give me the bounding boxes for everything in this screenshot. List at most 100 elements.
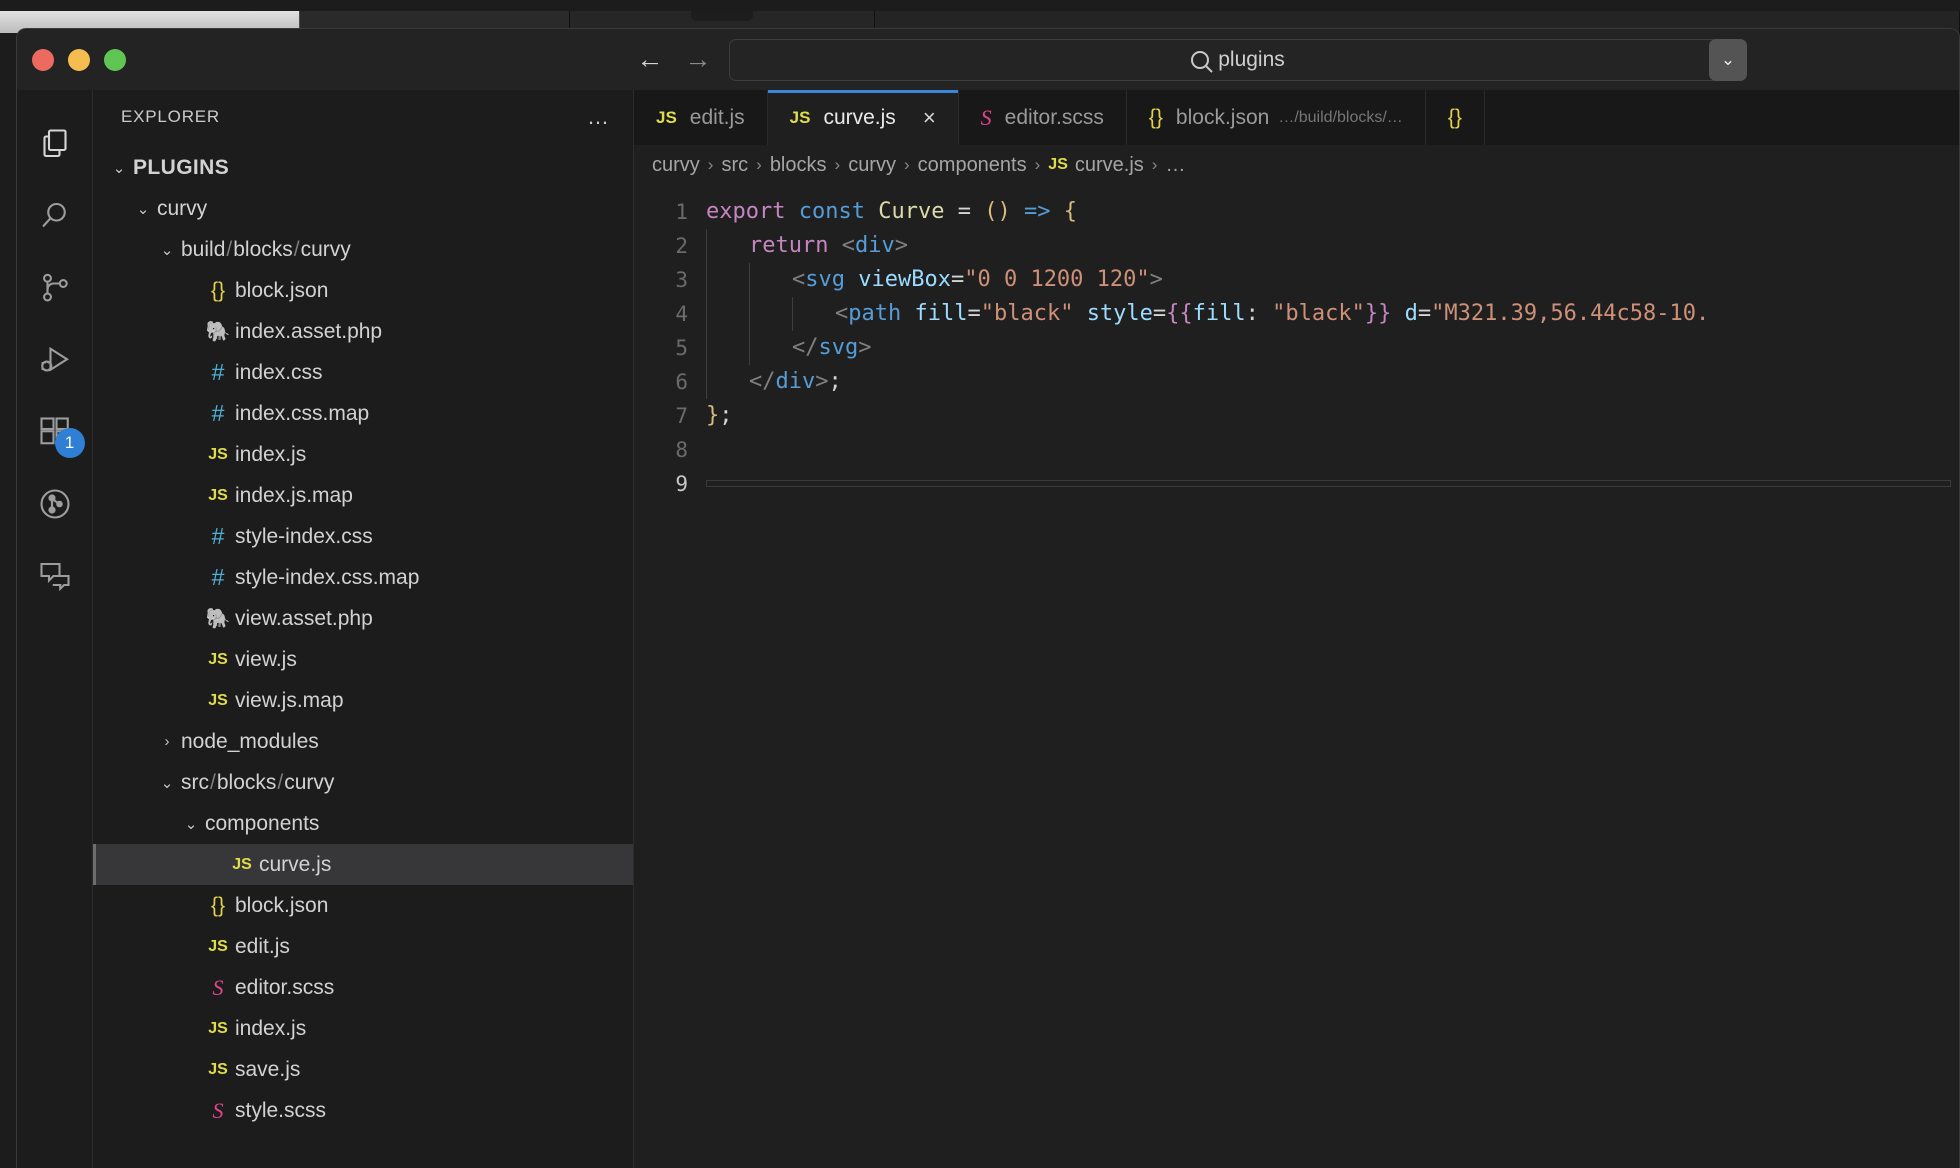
tree-item-index-js[interactable]: JS index.js xyxy=(93,434,633,475)
line-number: 7 xyxy=(675,404,688,428)
tree-item-label: view.js xyxy=(235,647,297,671)
chevron-down-icon[interactable]: ⌄ xyxy=(179,815,203,833)
tree-item-components[interactable]: ⌄ components xyxy=(93,803,633,844)
tree-item-style-index-css-map[interactable]: # style-index.css.map xyxy=(93,557,633,598)
tree-item-curve-js[interactable]: JS curve.js xyxy=(93,844,633,885)
breadcrumb-item-components[interactable]: components xyxy=(918,154,1027,177)
scss-file-icon: S xyxy=(212,1097,224,1123)
activity-item-run-and-debug[interactable] xyxy=(17,324,93,396)
go-back-icon[interactable]: ← xyxy=(633,43,667,77)
tree-item-view-asset-php[interactable]: 🐘 view.asset.php xyxy=(93,598,633,639)
activity-bar: 1 xyxy=(17,90,93,1168)
php-file-icon: 🐘 xyxy=(205,608,231,630)
tree-item-style-scss[interactable]: Sstyle.scss xyxy=(93,1090,633,1131)
code-line: 6 </div>; xyxy=(634,365,1959,399)
breadcrumb-item-curve-js[interactable]: JS curve.js xyxy=(1048,154,1143,177)
tree-item-block-json[interactable]: {} block.json xyxy=(93,270,633,311)
tree-item-edit-js[interactable]: JS edit.js xyxy=(93,926,633,967)
breadcrumb-separator-icon: › xyxy=(707,155,714,174)
editor-tab-extra[interactable]: {} xyxy=(1425,90,1485,145)
editor-tab-curve-js[interactable]: JS curve.js × xyxy=(767,90,959,145)
tree-item-label: block.json xyxy=(235,278,329,302)
tree-item-src-blocks-curvy[interactable]: ⌄ src/blocks/curvy xyxy=(93,762,633,803)
tree-item-index-css[interactable]: # index.css xyxy=(93,352,633,393)
source-control-icon xyxy=(37,270,73,306)
tree-item-view-js[interactable]: JS view.js xyxy=(93,639,633,680)
tree-item-view-js-map[interactable]: JS view.js.map xyxy=(93,680,633,721)
activity-item-explorer[interactable] xyxy=(17,108,93,180)
code-line: 7}; xyxy=(634,399,1959,433)
breadcrumb-item-blocks[interactable]: blocks xyxy=(770,154,827,177)
line-number: 4 xyxy=(675,302,688,326)
tree-item-save-js[interactable]: JS save.js xyxy=(93,1049,633,1090)
command-center: plugins ⌄ xyxy=(729,38,1747,81)
code-line-text: <path fill="black" style={{fill: "black"… xyxy=(706,297,1959,331)
tree-item-label: style.scss xyxy=(235,1098,327,1122)
go-forward-icon[interactable]: → xyxy=(681,43,715,77)
extensions-badge: 1 xyxy=(54,428,85,458)
activity-item-comments[interactable] xyxy=(17,540,93,612)
tree-item-style-index-css[interactable]: # style-index.css xyxy=(93,516,633,557)
code-token: } xyxy=(706,403,720,428)
tree-item-label: style-index.css.map xyxy=(235,565,420,589)
tree-item-plugins[interactable]: ⌄ PLUGINS xyxy=(93,147,633,188)
indent-guide xyxy=(706,297,749,331)
activity-item-git-graph[interactable] xyxy=(17,468,93,540)
editor-tab-editor-scss[interactable]: Seditor.scss xyxy=(958,90,1127,145)
chevron-right-icon[interactable]: › xyxy=(155,733,179,750)
tree-item-label: src/blocks/curvy xyxy=(181,770,335,794)
tree-item-editor-scss[interactable]: Seditor.scss xyxy=(93,967,633,1008)
breadcrumb-item-src[interactable]: src xyxy=(721,154,748,177)
editor-tab-block-json[interactable]: {} block.json …/build/blocks/… xyxy=(1126,90,1426,145)
comments-icon xyxy=(37,558,73,594)
sidebar-more-actions-icon[interactable]: … xyxy=(587,106,611,128)
chevron-down-icon[interactable]: ⌄ xyxy=(131,200,155,218)
breadcrumb-separator-icon: › xyxy=(756,155,762,174)
code-line: 3 <svg viewBox="0 0 1200 120"> xyxy=(634,263,1959,297)
code-token: div xyxy=(854,233,895,258)
tree-item-index-asset-php[interactable]: 🐘 index.asset.php xyxy=(93,311,633,352)
breadcrumb-item-curvy[interactable]: curvy xyxy=(848,154,896,177)
code-line-text: <svg viewBox="0 0 1200 120"> xyxy=(706,263,1959,297)
chevron-down-icon[interactable]: ⌄ xyxy=(155,774,179,792)
code-token: > xyxy=(815,369,829,394)
close-tab-icon[interactable]: × xyxy=(923,105,936,131)
code-token: : xyxy=(1245,301,1273,326)
maximize-window-button[interactable] xyxy=(104,48,126,71)
code-token: "0 0 1200 120" xyxy=(964,267,1150,292)
navigation-buttons: ← → xyxy=(633,43,715,77)
js-file-icon: JS xyxy=(208,691,228,709)
chevron-down-icon[interactable]: ⌄ xyxy=(107,159,131,177)
activity-item-search[interactable] xyxy=(17,180,93,252)
breadcrumb-item-curvy[interactable]: curvy xyxy=(652,154,700,177)
close-window-button[interactable] xyxy=(32,48,54,71)
editor-tab-edit-js[interactable]: JS edit.js xyxy=(634,90,768,145)
search-dropdown-button[interactable]: ⌄ xyxy=(1709,38,1747,81)
code-line: 1 export const Curve = () => { xyxy=(634,195,1959,229)
code-token: export xyxy=(706,199,786,224)
tree-item-label: index.js.map xyxy=(235,483,353,507)
tree-item-curvy[interactable]: ⌄ curvy xyxy=(93,188,633,229)
breadcrumb-label: curve.js xyxy=(1074,153,1144,176)
search-input[interactable]: plugins xyxy=(729,38,1747,81)
activity-item-extensions[interactable]: 1 xyxy=(17,396,93,468)
code-token: > xyxy=(1149,267,1163,292)
minimize-window-button[interactable] xyxy=(68,48,90,71)
tree-item-node-modules[interactable]: › node_modules xyxy=(93,721,633,762)
tree-item-index-js-map[interactable]: JS index.js.map xyxy=(93,475,633,516)
tree-item-index-js[interactable]: JS index.js xyxy=(93,1008,633,1049)
code-line: 9 xyxy=(634,467,1959,501)
code-token: }} xyxy=(1364,301,1392,326)
code-token: d xyxy=(1404,301,1418,326)
tree-item-index-css-map[interactable]: # index.css.map xyxy=(93,393,633,434)
code-editor[interactable]: 1 export const Curve = () => {2 return <di… xyxy=(634,185,1959,1168)
path-separator: / xyxy=(210,770,216,794)
chevron-down-icon[interactable]: ⌄ xyxy=(155,241,179,259)
line-number: 5 xyxy=(675,336,688,360)
activity-item-source-control[interactable] xyxy=(17,252,93,324)
tree-item-build-blocks-curvy[interactable]: ⌄ build/blocks/curvy xyxy=(93,229,633,270)
breadcrumb-item--[interactable]: … xyxy=(1165,154,1185,177)
tree-item-block-json[interactable]: {} block.json xyxy=(93,885,633,926)
